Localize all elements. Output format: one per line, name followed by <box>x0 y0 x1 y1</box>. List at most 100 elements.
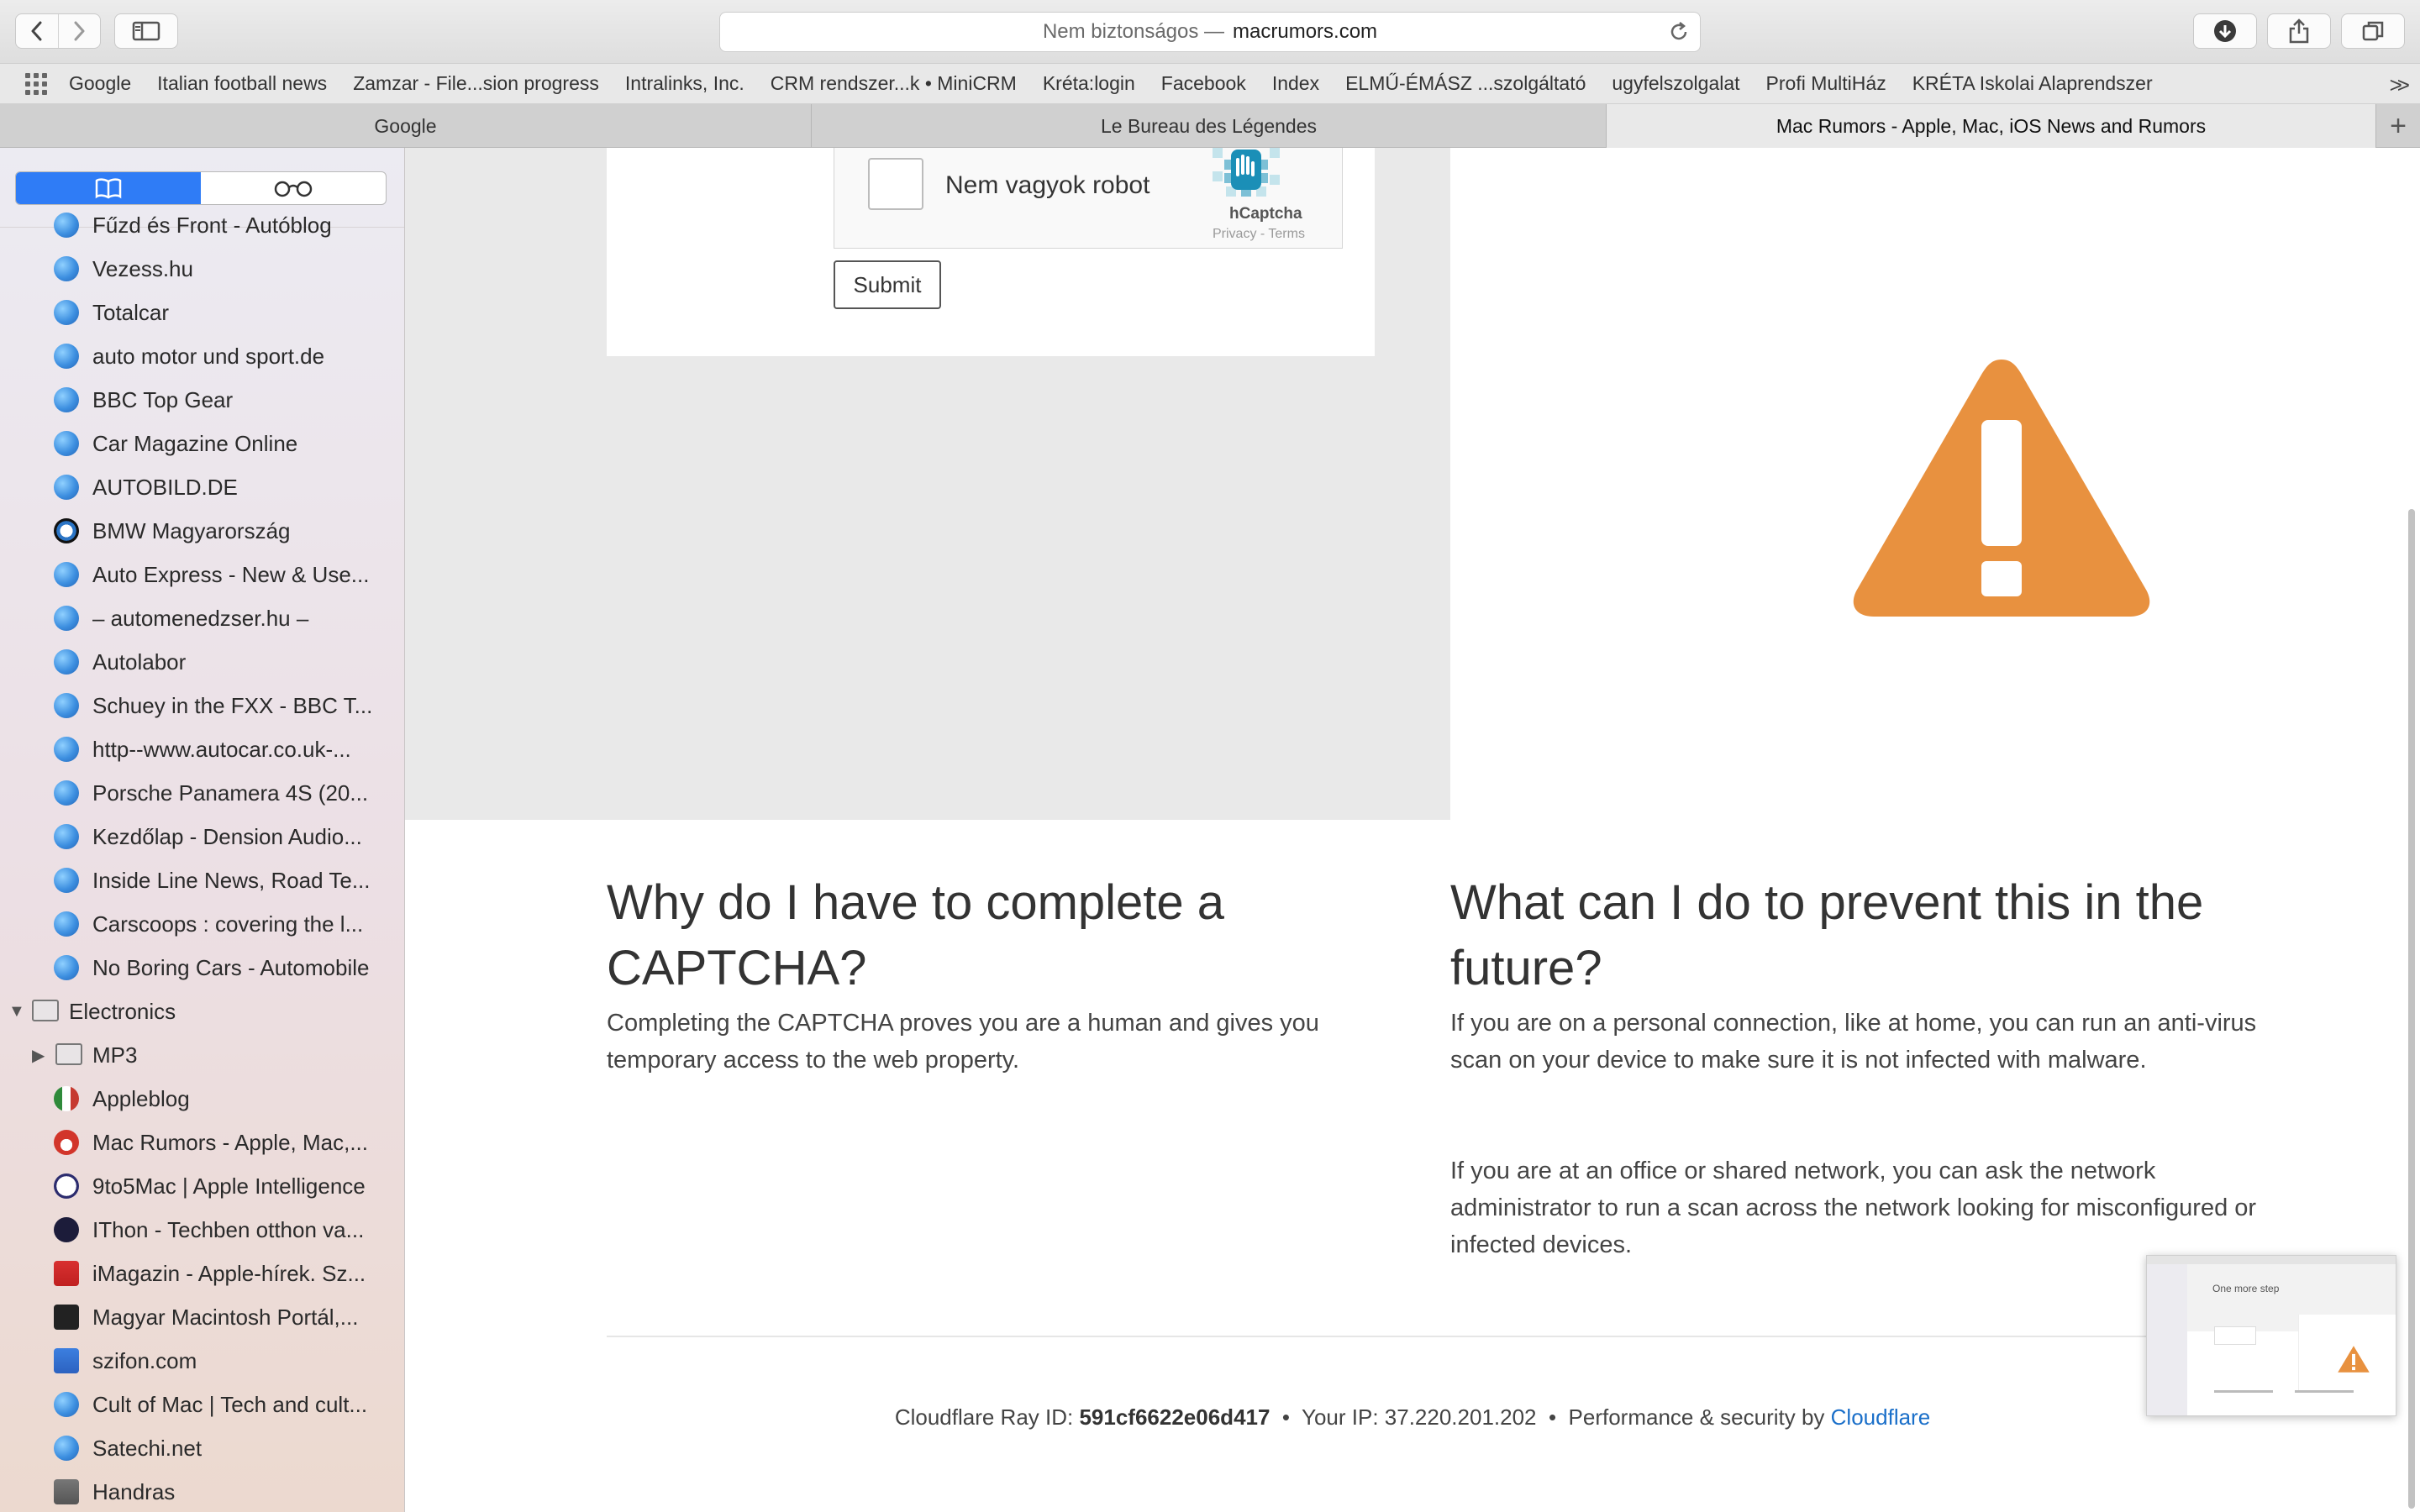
sidebar-item-label: szifon.com <box>92 1347 197 1373</box>
bookmark-link[interactable]: Profi MultiHáz <box>1766 72 1886 95</box>
sidebar-bookmark[interactable]: http--www.autocar.co.uk-... <box>0 727 404 771</box>
sidebar-item-label: Electronics <box>69 998 176 1024</box>
downloads-button[interactable] <box>2193 13 2257 49</box>
globe-icon <box>54 431 79 456</box>
tab-label: Le Bureau des Légendes <box>1100 114 1318 137</box>
sidebar-bookmark[interactable]: auto motor und sport.de <box>0 334 404 378</box>
tabs-overview-button[interactable] <box>2341 13 2405 49</box>
submit-button[interactable]: Submit <box>834 260 941 309</box>
captcha-label: Nem vagyok robot <box>945 171 1150 199</box>
share-button[interactable] <box>2267 13 2331 49</box>
challenge-card: Nem vagyok robot hCaptcha Privacy - Term… <box>607 148 1375 356</box>
ip-label: Your IP: <box>1302 1404 1379 1430</box>
sidebar-item-label: Porsche Panamera 4S (20... <box>92 780 369 806</box>
back-button[interactable] <box>16 14 58 48</box>
sidebar-bookmark[interactable]: 9to5Mac | Apple Intelligence <box>0 1164 404 1208</box>
captcha-checkbox[interactable] <box>868 158 923 210</box>
tab-bureau[interactable]: Le Bureau des Légendes <box>812 104 1607 148</box>
sidebar-item-label: – automenedzser.hu – <box>92 605 309 631</box>
globe-icon <box>54 649 79 675</box>
cloudflare-link[interactable]: Cloudflare <box>1831 1404 1931 1430</box>
apps-grid-icon[interactable] <box>25 72 50 95</box>
globe-icon <box>54 256 79 281</box>
sidebar-item-label: No Boring Cars - Automobile <box>92 954 370 980</box>
sidebar-bookmark[interactable]: Magyar Macintosh Portál,... <box>0 1295 404 1339</box>
page-content: Nem vagyok robot hCaptcha Privacy - Term… <box>405 148 2420 1512</box>
new-tab-button[interactable]: + <box>2376 104 2420 148</box>
bookmark-link[interactable]: KRÉTA Iskolai Alaprendszer <box>1912 72 2153 95</box>
globe-icon <box>54 300 79 325</box>
sidebar-bookmark[interactable]: Autolabor <box>0 640 404 684</box>
tab-google[interactable]: Google <box>0 104 812 148</box>
sidebar-item-label: Totalcar <box>92 299 170 325</box>
sidebar-toggle-button[interactable] <box>114 13 178 49</box>
chevron-left-icon <box>31 21 42 41</box>
ray-id: 591cf6622e06d417 <box>1079 1404 1270 1430</box>
sidebar-bookmark[interactable]: Porsche Panamera 4S (20... <box>0 771 404 815</box>
bookmark-link[interactable]: Index <box>1272 72 1319 95</box>
sidebar-item-label: 9to5Mac | Apple Intelligence <box>92 1173 366 1199</box>
sidebar-bookmark[interactable]: Appleblog <box>0 1077 404 1121</box>
folder-icon <box>32 1000 59 1021</box>
why-body: Completing the CAPTCHA proves you are a … <box>607 1010 1319 1074</box>
screenshot-thumbnail[interactable]: One more step <box>2146 1255 2396 1416</box>
bm-icon <box>54 1305 79 1330</box>
hcaptcha-widget: Nem vagyok robot hCaptcha Privacy - Term… <box>834 148 1343 249</box>
sidebar-bookmark[interactable]: Kezdőlap - Dension Audio... <box>0 815 404 858</box>
sidebar-bookmark[interactable]: Handras <box>0 1470 404 1512</box>
sidebar-bookmark[interactable]: No Boring Cars - Automobile <box>0 946 404 990</box>
macrumors-icon <box>54 1130 79 1155</box>
sidebar-bookmark[interactable]: Cult of Mac | Tech and cult... <box>0 1383 404 1426</box>
sidebar-bookmark[interactable]: – automenedzser.hu – <box>0 596 404 640</box>
reload-button[interactable] <box>1668 21 1690 49</box>
sidebar-bookmark[interactable]: AUTOBILD.DE <box>0 465 404 509</box>
sidebar-bookmark[interactable]: iMagazin - Apple-hírek. Sz... <box>0 1252 404 1295</box>
disclosure-open-icon[interactable]: ▼ <box>8 1002 25 1021</box>
bookmark-link[interactable]: Italian football news <box>157 72 327 95</box>
more-bookmarks-icon[interactable]: >> <box>2390 72 2411 98</box>
bookmarks-tab[interactable] <box>16 172 201 204</box>
sidebar-bookmark[interactable]: Schuey in the FXX - BBC T... <box>0 684 404 727</box>
sidebar-bookmark[interactable]: BMW Magyarország <box>0 509 404 553</box>
sidebar-bookmark[interactable]: Carscoops : covering the l... <box>0 902 404 946</box>
ithon-icon <box>54 1217 79 1242</box>
address-bar[interactable]: Nem biztonságos — macrumors.com <box>719 12 1701 52</box>
bookmark-link[interactable]: Zamzar - File...sion progress <box>353 72 599 95</box>
sidebar-bookmark[interactable]: IThon - Techben otthon va... <box>0 1208 404 1252</box>
hcaptcha-links[interactable]: Privacy - Terms <box>1213 227 1305 242</box>
address-host: macrumors.com <box>1233 20 1378 43</box>
bookmark-link[interactable]: Google <box>69 72 131 95</box>
bookmark-link[interactable]: ELMŰ-ÉMÁSZ ...szolgáltató <box>1345 72 1586 95</box>
sidebar-folder[interactable]: ▼ Electronics <box>0 990 404 1033</box>
sidebar-item-label: MP3 <box>92 1042 138 1068</box>
page-scrollbar[interactable] <box>2408 509 2415 1509</box>
sidebar-folder[interactable]: ▶ MP3 <box>0 1033 404 1077</box>
sidebar-bookmark[interactable]: Satechi.net <box>0 1426 404 1470</box>
bookmark-link[interactable]: Kréta:login <box>1043 72 1135 95</box>
tab-macrumors[interactable]: Mac Rumors - Apple, Mac, iOS News and Ru… <box>1607 104 2376 148</box>
bookmark-link[interactable]: ugyfelszolgalat <box>1612 72 1739 95</box>
sidebar-item-label: Kezdőlap - Dension Audio... <box>92 823 362 849</box>
disclosure-closed-icon[interactable]: ▶ <box>32 1045 45 1066</box>
sidebar-bookmark[interactable]: Auto Express - New & Use... <box>0 553 404 596</box>
glasses-icon <box>274 181 313 197</box>
warning-icon <box>1853 360 2150 617</box>
sidebar-bookmark[interactable]: Totalcar <box>0 291 404 334</box>
sidebar-bookmark[interactable]: Car Magazine Online <box>0 422 404 465</box>
sidebar-bookmark[interactable]: Inside Line News, Road Te... <box>0 858 404 902</box>
bookmark-link[interactable]: Intralinks, Inc. <box>625 72 744 95</box>
forward-button[interactable] <box>57 14 101 48</box>
sidebar-item-label: auto motor und sport.de <box>92 343 325 369</box>
sidebar-bookmark[interactable]: Fűzd és Front - Autóblog <box>0 203 404 247</box>
sidebar-bookmark[interactable]: Mac Rumors - Apple, Mac,... <box>0 1121 404 1164</box>
bookmark-link[interactable]: Facebook <box>1161 72 1246 95</box>
sidebar-bookmark[interactable]: Vezess.hu <box>0 247 404 291</box>
bookmark-link[interactable]: CRM rendszer...k • MiniCRM <box>771 72 1017 95</box>
reading-list-tab[interactable] <box>201 172 386 204</box>
sidebar-bookmark[interactable]: szifon.com <box>0 1339 404 1383</box>
ip-value: 37.220.201.202 <box>1384 1404 1537 1430</box>
sidebar-item-label: AUTOBILD.DE <box>92 474 238 500</box>
sidebar-bookmark[interactable]: BBC Top Gear <box>0 378 404 422</box>
browser-toolbar: Nem biztonságos — macrumors.com <box>0 0 2420 64</box>
chevron-right-icon <box>74 21 85 41</box>
